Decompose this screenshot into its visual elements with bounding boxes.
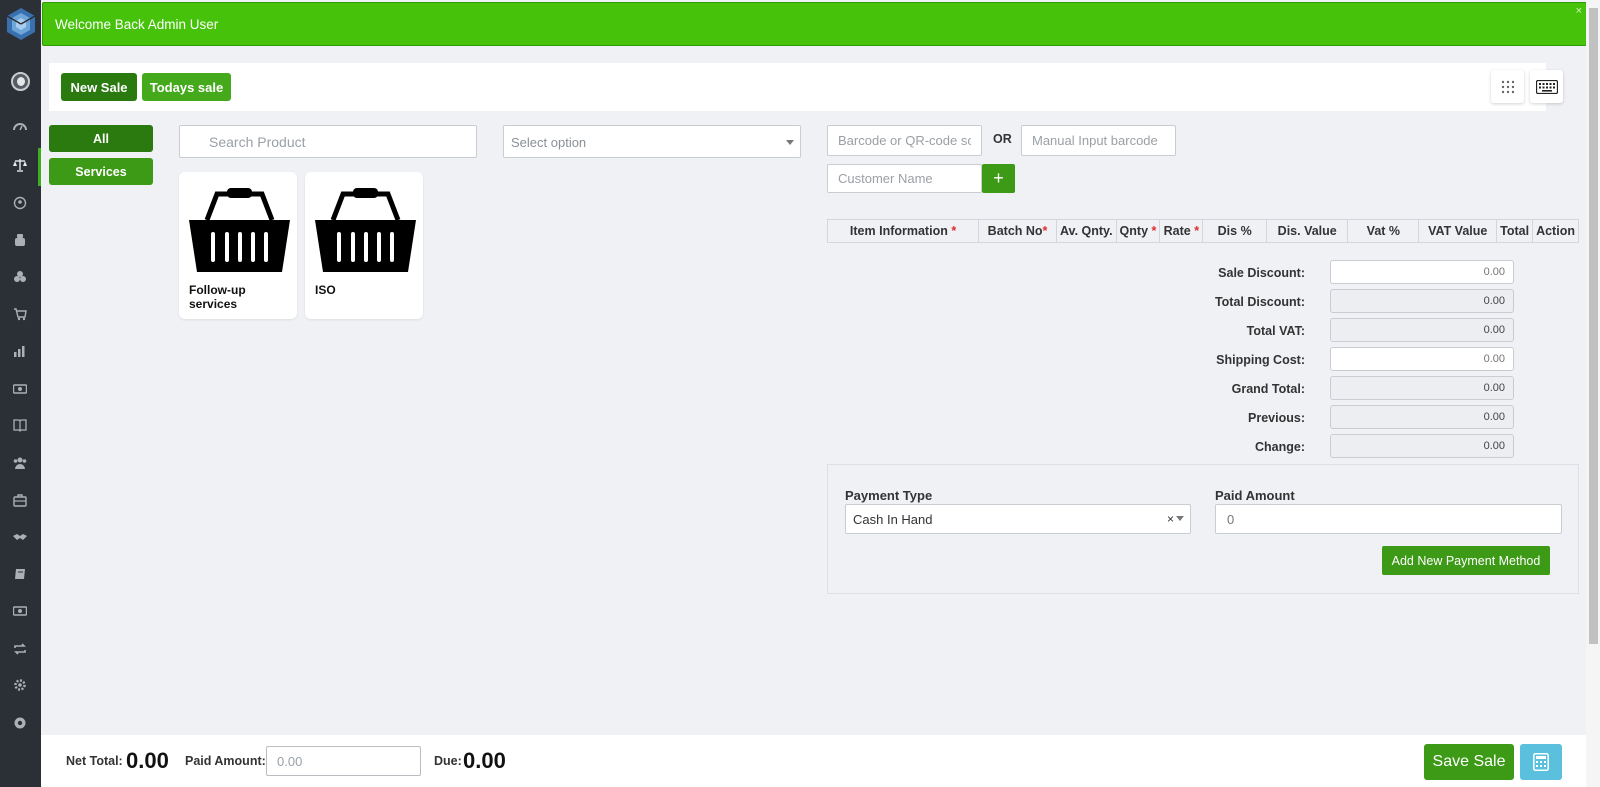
grand-total-label: Grand Total: (1231, 382, 1305, 396)
add-customer-button[interactable]: + (982, 164, 1015, 193)
paid-amount-label: Paid Amount (1215, 488, 1295, 503)
sale-icon[interactable] (11, 156, 29, 174)
shipping-cost-input[interactable] (1330, 347, 1514, 371)
total-discount-label: Total Discount: (1214, 295, 1305, 309)
col-rate: Rate * (1159, 219, 1204, 243)
scrollbar-thumb[interactable] (1589, 8, 1598, 644)
todays-sale-button[interactable]: Todays sale (142, 73, 231, 101)
category-select[interactable]: Select option (503, 125, 801, 158)
settings-icon[interactable] (11, 676, 29, 694)
users-icon[interactable] (11, 454, 29, 472)
col-total: Total (1496, 219, 1534, 243)
grand-total-field (1330, 376, 1514, 400)
welcome-message: Welcome Back Admin User (55, 17, 219, 32)
total-vat-label: Total VAT: (1246, 324, 1305, 338)
customer-icon[interactable] (11, 194, 29, 212)
shopping-basket-icon (315, 188, 416, 272)
col-available-qty: Av. Qnty. (1055, 219, 1117, 243)
due-value: 0.00 (463, 748, 506, 773)
sale-discount-input[interactable] (1330, 260, 1514, 284)
paid-amount-input[interactable]: 0 (1215, 504, 1562, 534)
col-vat-value: VAT Value (1418, 219, 1498, 243)
category-select-value: Select option (511, 135, 587, 150)
payment-type-value: Cash In Hand (853, 512, 933, 527)
total-discount-field (1330, 289, 1514, 313)
customer-name-input[interactable] (827, 164, 982, 193)
shopping-basket-icon (189, 188, 290, 272)
payment-type-select[interactable]: Cash In Hand × (845, 504, 1191, 534)
money-icon[interactable] (11, 380, 29, 398)
product-card[interactable]: Follow-up services (179, 172, 297, 319)
product-card[interactable]: ISO (305, 172, 423, 319)
dashboard-icon[interactable] (11, 118, 29, 136)
alert-close-button[interactable]: × (1576, 5, 1582, 17)
grid-menu-icon[interactable] (1491, 70, 1524, 103)
col-item-information: Item Information * (826, 219, 980, 243)
return-icon[interactable] (11, 640, 29, 658)
keyboard-icon[interactable] (1530, 70, 1563, 103)
previous-label: Previous: (1248, 411, 1305, 425)
table-header-row: Item Information * Batch No* Av. Qnty. Q… (826, 219, 1579, 243)
support-icon[interactable] (11, 714, 29, 732)
add-payment-method-button[interactable]: Add New Payment Method (1382, 546, 1550, 575)
net-total-label: Net Total: (66, 754, 123, 768)
app-logo[interactable] (4, 6, 38, 42)
pos-footer: Net Total: 0.00 Paid Amount: 0.00 Due: 0… (41, 735, 1586, 787)
new-sale-button[interactable]: New Sale (61, 73, 137, 101)
col-discount-percent: Dis % (1202, 219, 1267, 243)
pos-toolbar: New Sale Todays sale (49, 63, 1563, 111)
paid-amount-footer-label: Paid Amount: (185, 754, 266, 768)
due-label: Due: (434, 754, 462, 768)
category-all-button[interactable]: All (49, 125, 153, 152)
ledger-icon[interactable] (11, 565, 29, 583)
payment-panel: Payment Type Cash In Hand × Paid Amount … (827, 464, 1579, 594)
col-action: Action (1532, 219, 1579, 243)
handshake-icon[interactable] (11, 528, 29, 546)
total-vat-field (1330, 318, 1514, 342)
active-indicator (38, 148, 41, 186)
or-label: OR (993, 132, 1012, 146)
category-services-button[interactable]: Services (49, 158, 153, 185)
shipping-cost-label: Shipping Cost: (1216, 353, 1305, 367)
sale-items-table: Item Information * Batch No* Av. Qnty. Q… (826, 219, 1579, 243)
col-vat-percent: Vat % (1347, 219, 1420, 243)
product-name: ISO (315, 283, 336, 297)
search-product-input[interactable] (179, 125, 477, 158)
product-name: Follow-up services (189, 283, 246, 311)
book-icon[interactable] (11, 416, 29, 434)
paid-amount-footer-input[interactable]: 0.00 (266, 746, 421, 776)
store-icon[interactable] (11, 491, 29, 509)
chevron-down-icon (1176, 516, 1184, 521)
sale-discount-label: Sale Discount: (1218, 266, 1305, 280)
payment-type-label: Payment Type (845, 488, 933, 503)
change-field (1330, 434, 1514, 458)
product-search (179, 125, 477, 158)
barcode-scan-input[interactable] (827, 125, 982, 156)
welcome-alert: Welcome Back Admin User × (42, 2, 1587, 46)
change-label: Change: (1255, 440, 1305, 454)
chevron-down-icon (786, 140, 794, 145)
manual-barcode-input[interactable] (1021, 125, 1176, 156)
report-icon[interactable] (11, 342, 29, 360)
clear-icon[interactable]: × (1167, 512, 1174, 526)
col-batch-no: Batch No* (978, 219, 1057, 243)
previous-field (1330, 405, 1514, 429)
save-sale-button[interactable]: Save Sale (1424, 744, 1514, 780)
purchase-icon[interactable] (11, 305, 29, 323)
product-icon[interactable] (11, 231, 29, 249)
col-qty: Qnty * (1115, 219, 1161, 243)
net-total-value: 0.00 (126, 748, 169, 773)
sidebar (0, 0, 41, 787)
calculator-icon[interactable] (1520, 744, 1562, 780)
user-avatar[interactable] (11, 72, 30, 91)
col-discount-value: Dis. Value (1265, 219, 1349, 243)
supplier-icon[interactable] (11, 268, 29, 286)
bank-icon[interactable] (11, 602, 29, 620)
